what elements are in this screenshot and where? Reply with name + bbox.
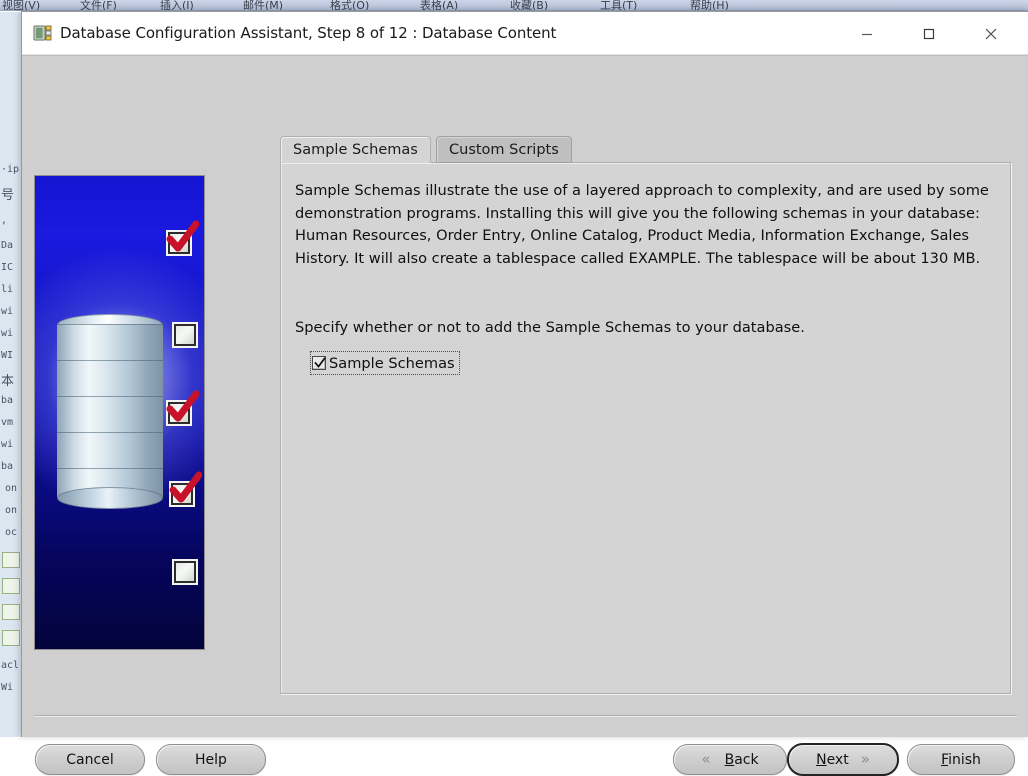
document-text-fragment: 号 — [1, 188, 15, 203]
document-text-fragment: , — [1, 215, 8, 226]
document-text-fragment: on — [5, 483, 18, 494]
cancel-button-label: Cancel — [66, 751, 114, 768]
splash-checkbox-checked-icon — [169, 471, 202, 507]
tab-strip: Sample Schemas Custom Scripts — [280, 136, 1020, 163]
tab-custom-scripts[interactable]: Custom Scripts — [436, 136, 572, 163]
tab-label: Sample Schemas — [293, 141, 418, 158]
minimize-button[interactable] — [844, 12, 890, 55]
tab-sample-schemas[interactable]: Sample Schemas — [280, 136, 431, 163]
close-button[interactable] — [968, 12, 1014, 55]
background-menu-item[interactable]: 邮件(M) — [243, 0, 283, 10]
window-title: Database Configuration Assistant, Step 8… — [60, 24, 557, 42]
document-text-fragment: wi — [1, 306, 14, 317]
next-button-label: Next — [816, 751, 849, 768]
cancel-button[interactable]: Cancel — [35, 744, 145, 775]
document-box-fragment — [2, 604, 20, 620]
button-bar-separator — [34, 715, 1017, 717]
checkbox-box[interactable] — [312, 356, 326, 370]
document-text-fragment: Wi — [1, 682, 14, 693]
database-cylinder-icon — [57, 314, 163, 509]
background-menu-item[interactable]: 工具(T) — [600, 0, 637, 10]
splash-checkbox-checked-icon — [166, 220, 199, 256]
document-box-fragment — [2, 630, 20, 646]
dbca-dialog-window: Database Configuration Assistant, Step 8… — [21, 11, 1028, 776]
maximize-button[interactable] — [906, 12, 952, 55]
cylinder-band — [57, 324, 163, 360]
title-bar[interactable]: Database Configuration Assistant, Step 8… — [22, 12, 1028, 55]
document-box-fragment — [2, 552, 20, 568]
document-text-fragment: oc — [5, 527, 18, 538]
background-menu-item[interactable]: 格式(O) — [330, 0, 369, 10]
help-button-label: Help — [195, 751, 227, 768]
document-box-fragment — [2, 578, 20, 594]
background-menu-item[interactable]: 插入(I) — [160, 0, 194, 10]
tab-content-panel: Sample Schemas illustrate the use of a l… — [280, 162, 1011, 694]
background-menu-item[interactable]: 文件(F) — [80, 0, 117, 10]
help-button[interactable]: Help — [156, 744, 266, 775]
cylinder-bottom — [57, 487, 163, 509]
background-menu-item[interactable]: 帮助(H) — [690, 0, 729, 10]
splash-checkbox-unchecked-icon — [172, 559, 198, 585]
document-text-fragment: on — [5, 505, 18, 516]
background-menubar[interactable]: 视图(V) 文件(F) 插入(I) 邮件(M) 格式(O) 表格(A) 收藏(B… — [0, 0, 1028, 11]
cylinder-band — [57, 432, 163, 468]
document-text-fragment: Da — [1, 240, 14, 251]
back-button-label: Back — [724, 751, 759, 768]
checkbox-label: Sample Schemas — [329, 354, 455, 372]
next-button[interactable]: Next » — [787, 743, 899, 776]
finish-button-label: Finish — [941, 751, 981, 768]
document-text-fragment: acl — [1, 660, 20, 671]
document-text-fragment: WI — [1, 350, 14, 361]
background-menu-item[interactable]: 视图(V) — [2, 0, 40, 10]
document-text-fragment: ·ip — [1, 164, 20, 175]
background-menu-item[interactable]: 表格(A) — [420, 0, 458, 10]
description-text: Sample Schemas illustrate the use of a l… — [295, 182, 994, 267]
chevron-left-icon: « — [701, 750, 711, 768]
cylinder-band — [57, 360, 163, 396]
specify-instruction-text: Specify whether or not to add the Sample… — [295, 319, 805, 336]
document-text-fragment: 本 — [1, 374, 15, 389]
dialog-body: Sample Schemas Custom Scripts Sample Sch… — [22, 55, 1028, 776]
document-text-fragment: wi — [1, 328, 14, 339]
database-icon — [33, 23, 53, 43]
finish-button[interactable]: Finish — [907, 744, 1015, 775]
document-text-fragment: ba — [1, 395, 14, 406]
tab-label: Custom Scripts — [449, 141, 559, 158]
oracle-database-splash-image — [34, 175, 205, 650]
splash-checkbox-unchecked-icon — [172, 322, 198, 348]
background-menu-item[interactable]: 收藏(B) — [510, 0, 548, 10]
back-button[interactable]: « Back — [673, 744, 787, 775]
cylinder-band — [57, 396, 163, 432]
document-text-fragment: IC — [1, 262, 14, 273]
sample-schemas-checkbox[interactable]: Sample Schemas — [310, 351, 460, 375]
document-text-fragment: vm — [1, 417, 14, 428]
document-text-fragment: wi — [1, 439, 14, 450]
chevron-right-icon: » — [860, 750, 870, 768]
splash-checkbox-checked-icon — [166, 390, 199, 426]
document-text-fragment: li — [1, 284, 14, 295]
document-text-fragment: ba — [1, 461, 14, 472]
